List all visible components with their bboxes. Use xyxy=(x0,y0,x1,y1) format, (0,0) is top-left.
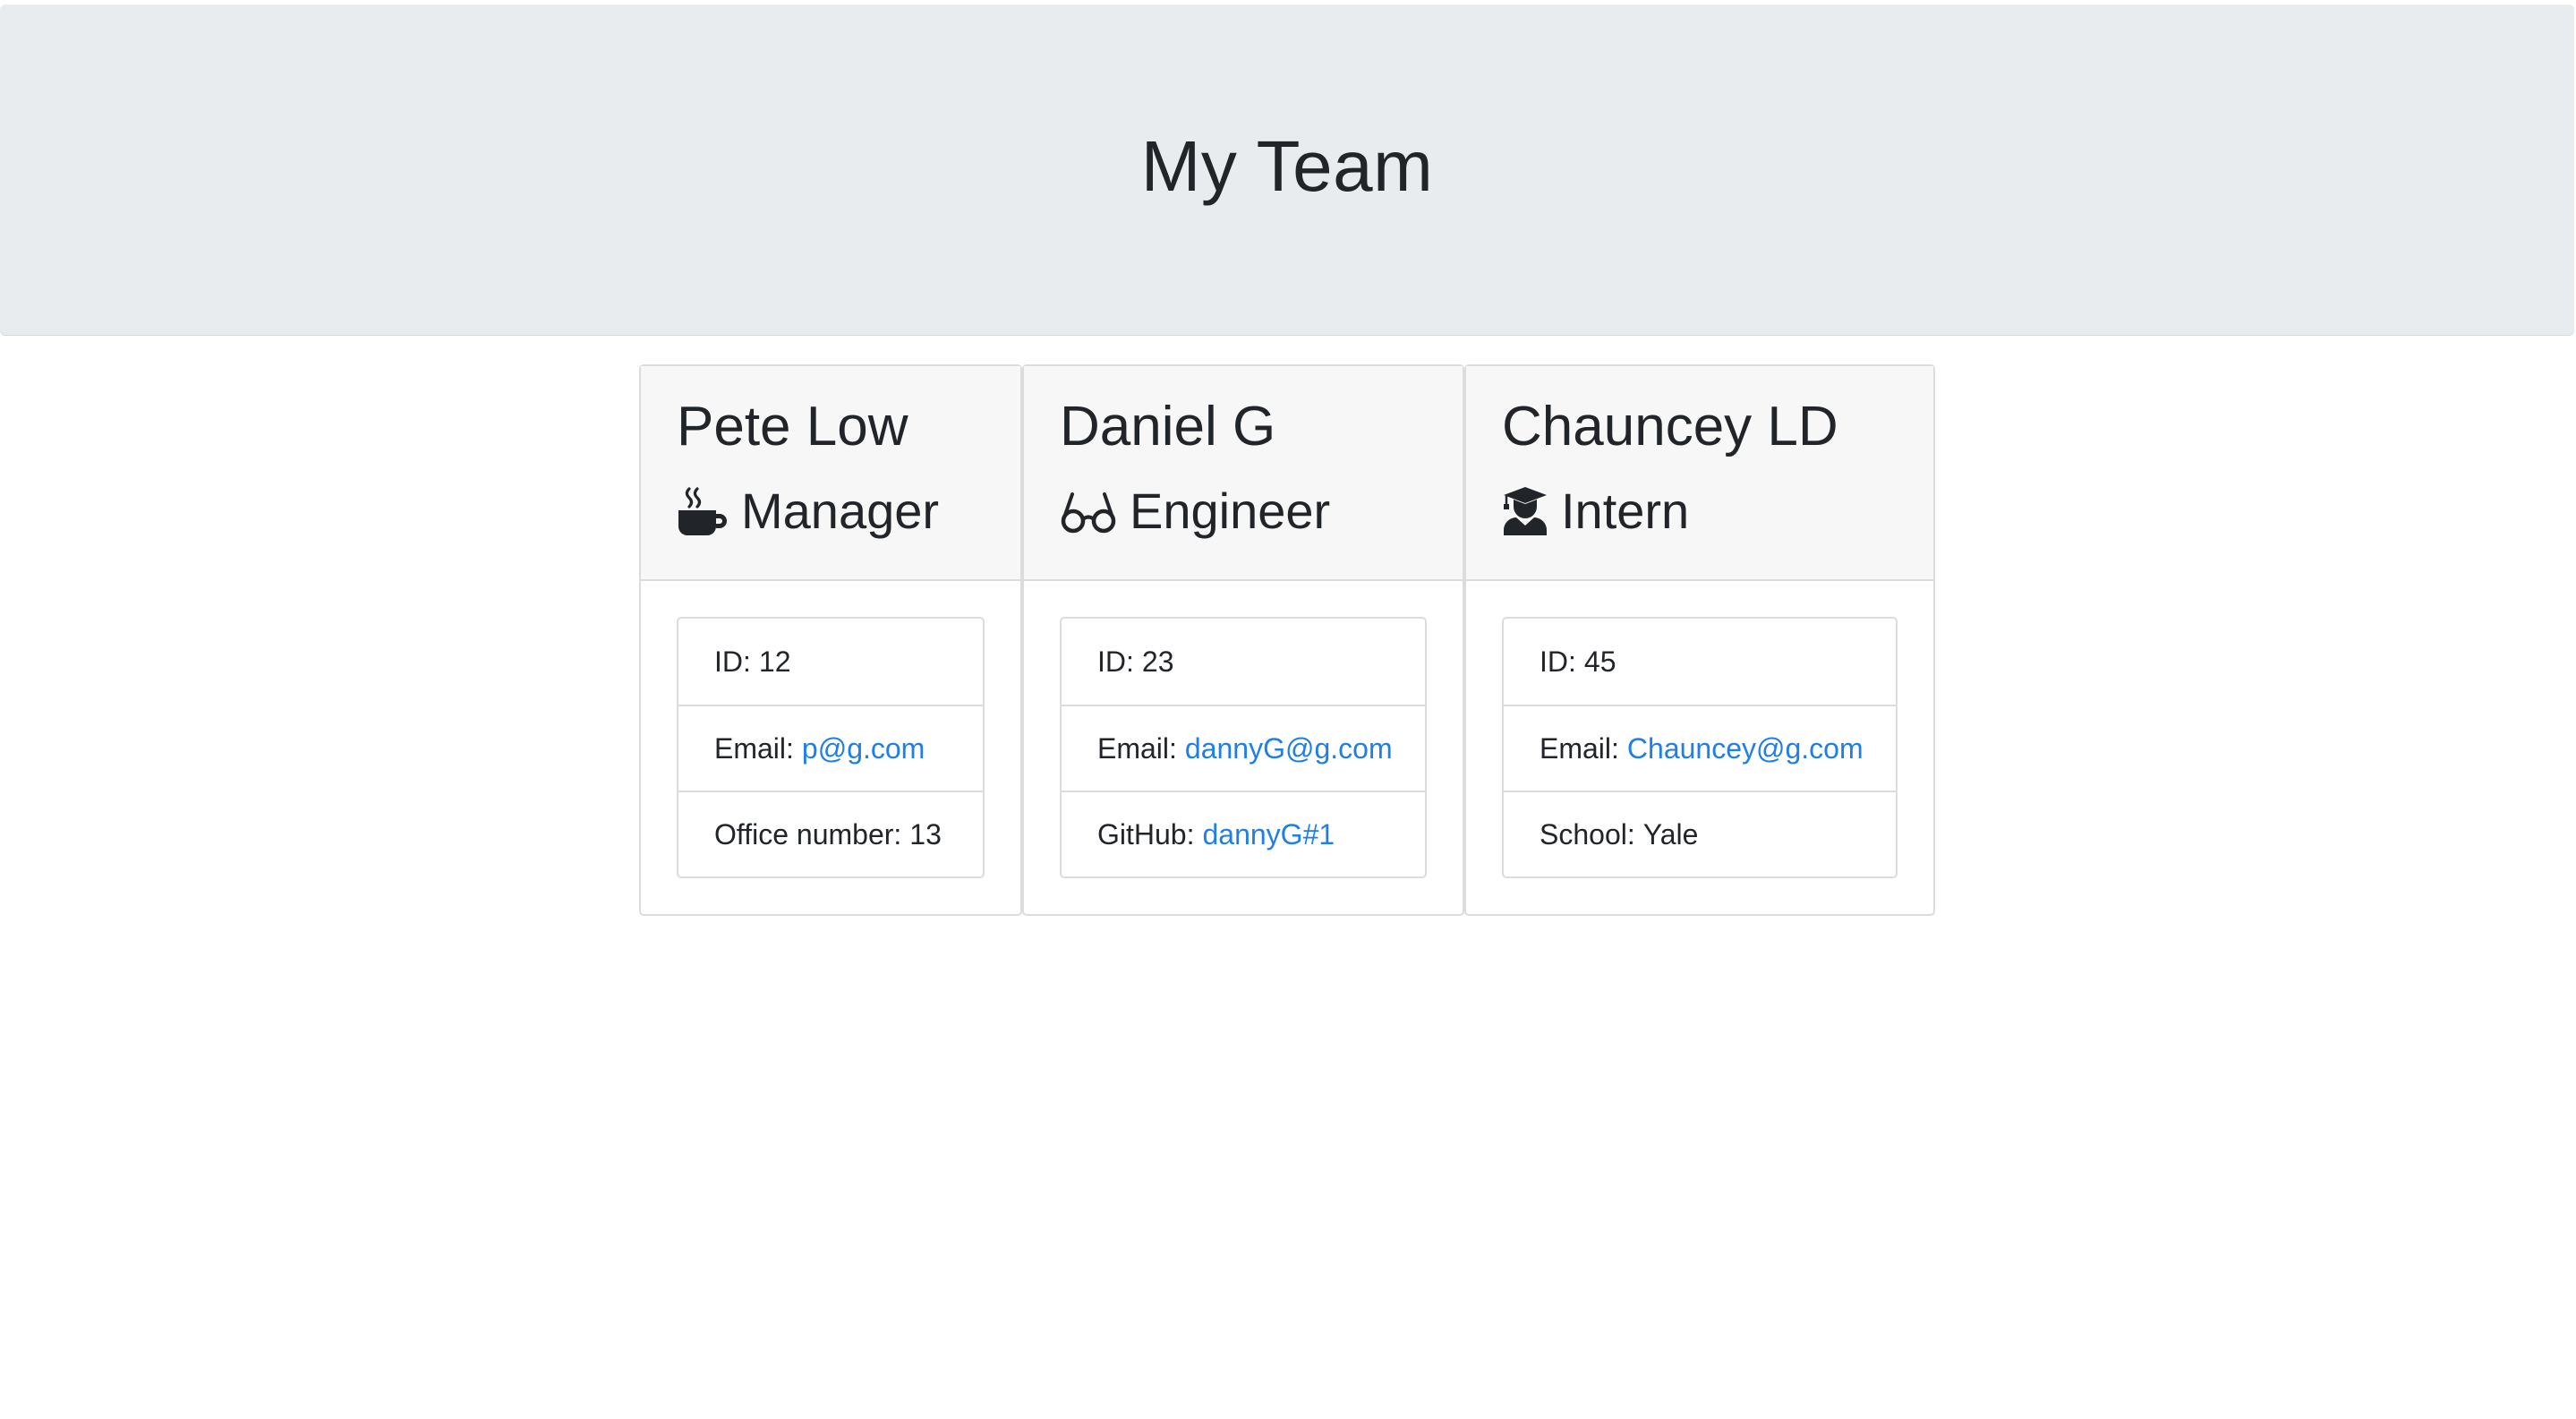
card-header: Daniel G Engineer xyxy=(1024,366,1463,581)
id-value: 45 xyxy=(1583,645,1616,678)
email-row: Email: Chauncey@g.com xyxy=(1504,705,1896,791)
email-link[interactable]: p@g.com xyxy=(802,732,925,765)
employee-card-manager: Pete Low Manager ID: 12 Email: p@g.com O… xyxy=(639,364,1022,916)
email-label: Email: xyxy=(714,731,794,765)
user-graduate-icon xyxy=(1502,485,1548,537)
role-label: Manager xyxy=(741,483,940,539)
card-header: Pete Low Manager xyxy=(641,366,1020,581)
role-label: Engineer xyxy=(1130,483,1331,539)
office-number-value: 13 xyxy=(909,817,942,851)
id-value: 12 xyxy=(758,645,791,678)
employee-name: Chauncey LD xyxy=(1502,396,1838,457)
email-link[interactable]: Chauncey@g.com xyxy=(1627,732,1864,765)
role-label: Intern xyxy=(1561,483,1690,539)
github-link[interactable]: dannyG#1 xyxy=(1202,818,1335,851)
school-label: School: xyxy=(1540,817,1635,851)
card-body: ID: 45 Email: Chauncey@g.com School: Yal… xyxy=(1466,581,1933,914)
page-title: My Team xyxy=(1140,126,1434,206)
team-cards: Pete Low Manager ID: 12 Email: p@g.com O… xyxy=(639,364,1935,919)
info-list: ID: 45 Email: Chauncey@g.com School: Yal… xyxy=(1502,617,1898,878)
jumbotron-header: My Team xyxy=(0,4,2574,336)
employee-name: Pete Low xyxy=(677,396,908,457)
id-row: ID: 45 xyxy=(1504,619,1896,705)
id-row: ID: 23 xyxy=(1062,619,1425,705)
github-label: GitHub: xyxy=(1097,817,1195,851)
email-row: Email: dannyG@g.com xyxy=(1062,705,1425,791)
info-list: ID: 23 Email: dannyG@g.com GitHub: danny… xyxy=(1060,617,1427,878)
id-label: ID: xyxy=(1540,645,1576,678)
office-number-row: Office number: 13 xyxy=(678,791,983,876)
card-header: Chauncey LD Intern xyxy=(1466,366,1933,581)
id-label: ID: xyxy=(714,645,751,678)
employee-card-engineer: Daniel G Engineer ID: 23 Email: dannyG@g… xyxy=(1022,364,1464,916)
card-body: ID: 23 Email: dannyG@g.com GitHub: danny… xyxy=(1024,581,1463,914)
school-value: Yale xyxy=(1642,817,1699,851)
email-row: Email: p@g.com xyxy=(678,705,983,791)
id-label: ID: xyxy=(1097,645,1134,678)
employee-role: Manager xyxy=(677,475,1020,547)
id-value: 23 xyxy=(1141,645,1174,678)
employee-role: Engineer xyxy=(1060,475,1463,547)
github-row: GitHub: dannyG#1 xyxy=(1062,791,1425,876)
email-label: Email: xyxy=(1097,731,1177,765)
employee-role: Intern xyxy=(1502,475,1933,547)
employee-name: Daniel G xyxy=(1060,396,1276,457)
email-link[interactable]: dannyG@g.com xyxy=(1185,732,1393,765)
id-row: ID: 12 xyxy=(678,619,983,705)
card-body: ID: 12 Email: p@g.com Office number: 13 xyxy=(641,581,1020,914)
glasses-icon xyxy=(1060,485,1117,537)
school-row: School: Yale xyxy=(1504,791,1896,876)
info-list: ID: 12 Email: p@g.com Office number: 13 xyxy=(677,617,985,878)
employee-card-intern: Chauncey LD Intern ID: 45 Email: Chaunce… xyxy=(1464,364,1935,916)
mug-hot-icon xyxy=(677,485,729,537)
office-number-label: Office number: xyxy=(714,817,902,851)
email-label: Email: xyxy=(1540,731,1619,765)
